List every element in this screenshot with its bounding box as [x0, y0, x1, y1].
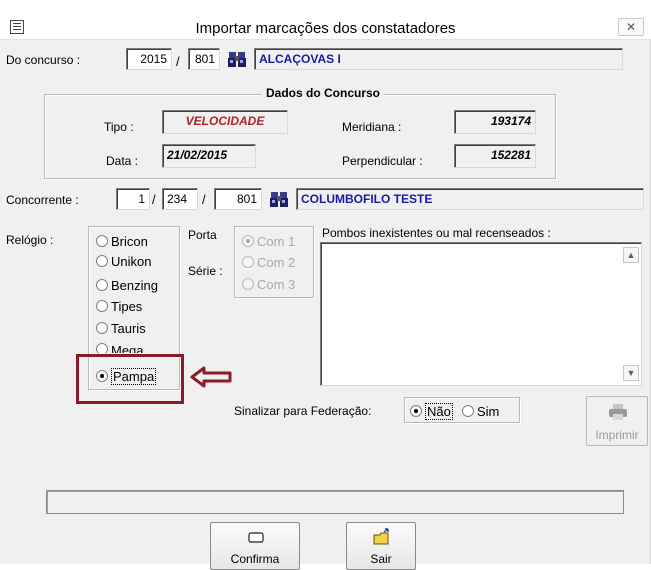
- concorrente-name-field: COLUMBOFILO TESTE: [296, 188, 644, 210]
- progress-bar: [46, 490, 624, 514]
- porta-option-label: Com 3: [257, 276, 296, 292]
- binoculars-icon[interactable]: [226, 49, 248, 71]
- relogio-label: Relógio :: [6, 233, 54, 247]
- concurso-year-field[interactable]: 2015: [126, 48, 172, 70]
- confirma-button[interactable]: Confirma: [210, 522, 300, 570]
- relogio-option-bricon[interactable]: Bricon: [96, 233, 148, 249]
- relogio-option-label: Unikon: [111, 253, 152, 269]
- relogio-option-label: Tipes: [111, 298, 143, 314]
- federacao-group: [404, 397, 520, 423]
- meridiana-label: Meridiana :: [342, 120, 402, 134]
- radio-button[interactable]: [96, 322, 108, 334]
- concorrente-code-field[interactable]: 234: [162, 188, 198, 210]
- tipo-value: VELOCIDADE: [162, 110, 288, 134]
- relogio-option-label: Tauris: [111, 320, 146, 336]
- concorrente-separator-2: /: [202, 192, 206, 207]
- keyboard-icon: [248, 532, 264, 543]
- close-button[interactable]: ✕: [618, 18, 644, 36]
- porta-option-com2: Com 2: [242, 254, 295, 270]
- sair-button[interactable]: Sair: [346, 522, 416, 570]
- serie-label: Série :: [188, 264, 223, 278]
- data-value: 21/02/2015: [162, 144, 256, 168]
- pombos-textarea[interactable]: ▲ ▼: [320, 242, 642, 386]
- concorrente-num2-field[interactable]: 801: [214, 188, 262, 210]
- radio-button[interactable]: [96, 235, 108, 247]
- dados-concurso-title: Dados do Concurso: [262, 86, 385, 100]
- data-label: Data :: [106, 154, 139, 168]
- tipo-label: Tipo :: [104, 120, 134, 134]
- radio-button[interactable]: [96, 255, 108, 267]
- imprimir-label: Imprimir: [595, 428, 639, 442]
- federacao-label: Sinalizar para Federação:: [234, 404, 372, 418]
- perpendicular-label: Perpendicular :: [342, 154, 423, 168]
- concurso-name-field: ALCAÇOVAS I: [254, 48, 623, 70]
- pombos-label: Pombos inexistentes ou mal recenseados :: [322, 226, 551, 240]
- concorrente-label: Concorrente :: [6, 193, 79, 207]
- binoculars-icon[interactable]: [268, 189, 290, 211]
- highlight-box: [76, 354, 184, 404]
- perpendicular-value: 152281: [454, 144, 536, 168]
- radio-button: [242, 256, 254, 268]
- scroll-down-icon[interactable]: ▼: [623, 365, 639, 381]
- concorrente-separator-1: /: [152, 192, 156, 207]
- relogio-option-tauris[interactable]: Tauris: [96, 320, 146, 336]
- exit-folder-icon: [373, 528, 389, 545]
- window-title: Importar marcações dos constatadores: [195, 20, 456, 37]
- relogio-option-label: Bricon: [111, 233, 148, 249]
- imprimir-button[interactable]: Imprimir: [586, 396, 648, 446]
- relogio-option-unikon[interactable]: Unikon: [96, 253, 151, 269]
- title-bar: Importar marcações dos constatadores ✕: [0, 0, 651, 40]
- relogio-option-label: Benzing: [111, 277, 158, 293]
- concurso-label: Do concurso :: [6, 53, 81, 67]
- relogio-option-label: Mega: [111, 343, 144, 353]
- relogio-option-mega[interactable]: Mega: [96, 343, 144, 353]
- radio-button[interactable]: [96, 343, 108, 353]
- porta-option-com3: Com 3: [242, 276, 295, 292]
- scroll-up-icon[interactable]: ▲: [623, 247, 639, 263]
- meridiana-value: 193174: [454, 110, 536, 134]
- radio-button: [242, 278, 254, 290]
- concurso-code-field[interactable]: 801: [188, 48, 220, 70]
- arrow-left-icon: [190, 366, 232, 388]
- concorrente-num-field[interactable]: 1: [116, 188, 150, 210]
- radio-button[interactable]: [96, 300, 108, 312]
- radio-button[interactable]: [96, 279, 108, 291]
- porta-option-label: Com 2: [257, 254, 296, 270]
- porta-option-com1: Com 1: [242, 233, 295, 249]
- concurso-separator: /: [176, 54, 180, 69]
- relogio-option-benzing[interactable]: Benzing: [96, 277, 158, 293]
- porta-label: Porta: [188, 228, 217, 242]
- radio-button: [242, 235, 254, 247]
- porta-option-label: Com 1: [257, 233, 296, 249]
- import-dialog: Importar marcações dos constatadores ✕ D…: [0, 0, 651, 570]
- relogio-option-tipes[interactable]: Tipes: [96, 298, 142, 314]
- printer-icon: [609, 404, 627, 420]
